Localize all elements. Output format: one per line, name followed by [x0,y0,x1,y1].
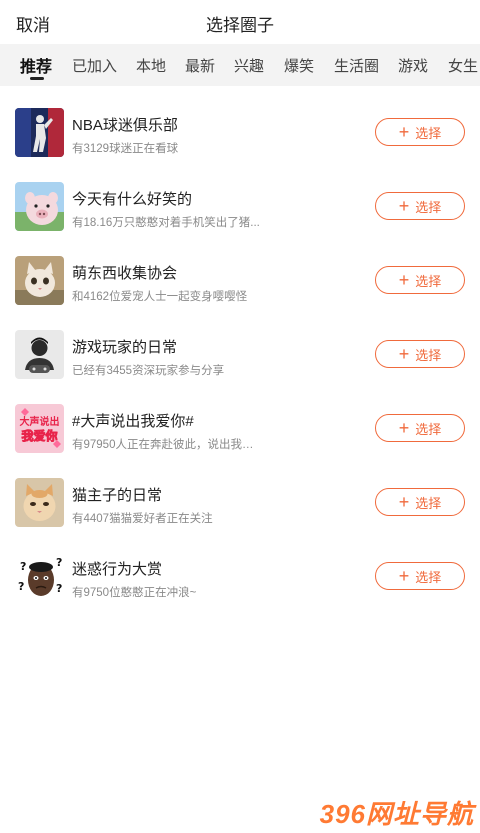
plus-icon: + [398,196,410,216]
select-button[interactable]: + 选择 [375,192,465,220]
kitten-photo-icon [15,256,64,305]
circle-description: 已经有3455资深玩家参与分享 [72,365,225,377]
top-bar: 取消 选择圈子 [0,0,480,44]
plus-icon: + [398,122,410,142]
svg-text:?: ? [56,582,62,595]
plus-icon: + [398,270,410,290]
plus-icon: + [398,566,410,586]
pig-plush-icon [15,182,64,231]
active-tab-indicator [30,77,44,80]
circle-description: 有9750位憨憨正在冲浪~ [72,587,197,599]
confused-man-icon: ? ? ? ? [15,552,64,601]
svg-text:?: ? [56,556,62,569]
select-button-label: 选择 [415,273,442,289]
select-button[interactable]: + 选择 [375,118,465,146]
select-button-label: 选择 [415,199,442,215]
circle-name: 猫主子的日常 [72,487,163,504]
circle-name: NBA球迷俱乐部 [72,117,178,134]
circle-name: 萌东西收集协会 [72,265,178,282]
tab-latest[interactable]: 最新 [185,55,215,76]
select-button[interactable]: + 选择 [375,488,465,516]
page-title: 选择圈子 [206,16,274,35]
tab-local[interactable]: 本地 [136,55,166,76]
watermark-logo: 396网址导航 [319,799,474,829]
category-tabs: 推荐 已加入 本地 最新 兴趣 爆笑 生活圈 游戏 女生 [0,44,480,86]
list-item[interactable]: ? ? ? ? 迷惑行为大赏 有9750位憨憨正在冲浪~ + 选择 [0,552,480,626]
list-item[interactable]: 大声说出 我爱你 #大声说出我爱你# 有97950人正在奔赴彼此，说出我爱你 +… [0,404,480,478]
circle-name: 游戏玩家的日常 [72,339,178,356]
select-button-label: 选择 [415,495,442,511]
circle-name: 迷惑行为大赏 [72,561,163,578]
plus-icon: + [398,492,410,512]
select-button[interactable]: + 选择 [375,414,465,442]
select-button[interactable]: + 选择 [375,266,465,294]
love-sticker-text-top: 大声说出 [20,415,60,428]
plus-icon: + [398,418,410,438]
circle-description: 和4162位爱宠人士一起变身嘤嘤怪 [72,291,248,303]
nba-logo-icon [15,108,64,157]
select-button-label: 选择 [415,347,442,363]
list-item[interactable]: NBA球迷俱乐部 有3129球迷正在看球 + 选择 [0,108,480,182]
tab-joined[interactable]: 已加入 [72,55,117,76]
list-item[interactable]: 今天有什么好笑的 有18.16万只憨憨对着手机笑出了猪... + 选择 [0,182,480,256]
circle-description: 有18.16万只憨憨对着手机笑出了猪... [72,217,260,229]
plus-icon: + [398,344,410,364]
tab-life[interactable]: 生活圈 [334,55,379,76]
select-button[interactable]: + 选择 [375,562,465,590]
circle-name: #大声说出我爱你# [72,413,194,430]
circle-description: 有97950人正在奔赴彼此，说出我爱你 [72,439,262,451]
select-button-label: 选择 [415,125,442,141]
select-button-label: 选择 [415,421,442,437]
svg-text:?: ? [20,560,26,573]
cat-photo-icon [15,478,64,527]
tab-funny[interactable]: 爆笑 [284,55,314,76]
list-item[interactable]: 萌东西收集协会 和4162位爱宠人士一起变身嘤嘤怪 + 选择 [0,256,480,330]
select-button-label: 选择 [415,569,442,585]
circle-description: 有3129球迷正在看球 [72,143,179,155]
circle-name: 今天有什么好笑的 [72,191,193,208]
tab-girls[interactable]: 女生 [448,55,478,76]
svg-text:?: ? [18,580,24,593]
list-item[interactable]: 游戏玩家的日常 已经有3455资深玩家参与分享 + 选择 [0,330,480,404]
list-item[interactable]: 猫主子的日常 有4407猫猫爱好者正在关注 + 选择 [0,478,480,552]
tab-recommended[interactable]: 推荐 [20,53,52,77]
tab-games[interactable]: 游戏 [398,55,428,76]
select-button[interactable]: + 选择 [375,340,465,368]
tab-interest[interactable]: 兴趣 [234,55,264,76]
circle-description: 有4407猫猫爱好者正在关注 [72,513,213,525]
love-sticker-icon: 大声说出 我爱你 [15,404,64,453]
gamer-avatar-icon [15,330,64,379]
love-sticker-text-bottom: 我爱你 [21,428,57,443]
